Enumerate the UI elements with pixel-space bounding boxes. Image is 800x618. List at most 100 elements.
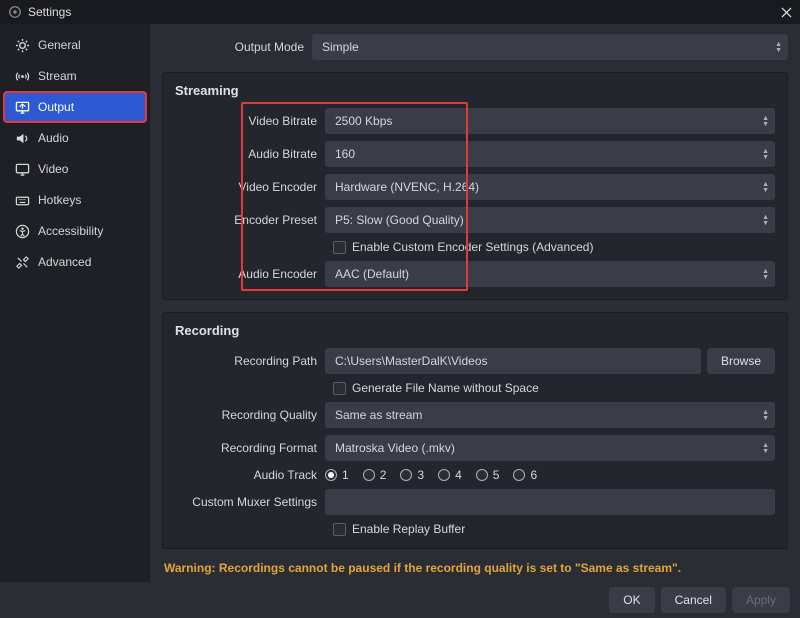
streaming-section: Streaming Video Bitrate 2500 Kbps ▲▼ Aud…	[162, 72, 788, 300]
recording-path-value: C:\Users\MasterDalK\Videos	[335, 354, 488, 368]
footer: OK Cancel Apply	[0, 582, 800, 618]
monitor-out-icon	[14, 99, 30, 115]
video-encoder-label: Video Encoder	[175, 180, 325, 194]
audio-bitrate-value: 160	[335, 147, 355, 161]
custom-encoder-checkbox[interactable]	[333, 241, 346, 254]
muxer-input[interactable]	[325, 489, 775, 515]
video-bitrate-input[interactable]: 2500 Kbps ▲▼	[325, 108, 775, 134]
audio-track-6[interactable]: 6	[513, 468, 537, 482]
monitor-icon	[14, 161, 30, 177]
video-bitrate-value: 2500 Kbps	[335, 114, 392, 128]
recording-format-dropdown[interactable]: Matroska Video (.mkv) ▲▼	[325, 435, 775, 461]
output-mode-label: Output Mode	[162, 40, 312, 54]
titlebar: Settings	[0, 0, 800, 24]
track-label: 4	[455, 468, 462, 482]
sidebar-item-stream[interactable]: Stream	[4, 61, 146, 91]
sidebar-item-label: Advanced	[38, 255, 91, 269]
no-space-checkbox[interactable]	[333, 382, 346, 395]
recording-format-value: Matroska Video (.mkv)	[335, 441, 455, 455]
radio-icon	[325, 469, 337, 481]
radio-icon	[438, 469, 450, 481]
audio-encoder-label: Audio Encoder	[175, 267, 325, 281]
recording-quality-dropdown[interactable]: Same as stream ▲▼	[325, 402, 775, 428]
warning-text: Warning: Recordings cannot be paused if …	[164, 561, 788, 575]
sidebar-item-accessibility[interactable]: Accessibility	[4, 216, 146, 246]
track-label: 3	[417, 468, 424, 482]
audio-track-group: 12 3 4 5 6	[325, 468, 537, 482]
track-label: 1	[342, 468, 349, 482]
sidebar: General Stream Output Audio Video Hotkeys Acce…	[0, 24, 150, 582]
sidebar-item-video[interactable]: Video	[4, 154, 146, 184]
spin-icon: ▲▼	[762, 116, 769, 127]
audio-bitrate-label: Audio Bitrate	[175, 147, 325, 161]
recording-path-label: Recording Path	[175, 354, 325, 368]
sidebar-item-label: Output	[38, 100, 74, 114]
browse-button[interactable]: Browse	[707, 348, 775, 374]
replay-buffer-checkbox[interactable]	[333, 523, 346, 536]
sidebar-item-audio[interactable]: Audio	[4, 123, 146, 153]
encoder-preset-label: Encoder Preset	[175, 213, 325, 227]
radio-icon	[363, 469, 375, 481]
recording-format-label: Recording Format	[175, 441, 325, 455]
radio-icon	[400, 469, 412, 481]
ok-button[interactable]: OK	[609, 587, 654, 613]
sidebar-item-label: Video	[38, 162, 68, 176]
tools-icon	[14, 254, 30, 270]
encoder-preset-dropdown[interactable]: P5: Slow (Good Quality) ▲▼	[325, 207, 775, 233]
speaker-icon	[14, 130, 30, 146]
sidebar-item-label: General	[38, 38, 81, 52]
cancel-button[interactable]: Cancel	[661, 587, 726, 613]
chevron-updown-icon: ▲▼	[775, 42, 782, 53]
video-encoder-dropdown[interactable]: Hardware (NVENC, H.264) ▲▼	[325, 174, 775, 200]
apply-button[interactable]: Apply	[732, 587, 790, 613]
recording-quality-value: Same as stream	[335, 408, 422, 422]
recording-path-input[interactable]: C:\Users\MasterDalK\Videos	[325, 348, 701, 374]
custom-encoder-label: Enable Custom Encoder Settings (Advanced…	[352, 240, 593, 254]
audio-track-label: Audio Track	[175, 468, 325, 482]
audio-track-4[interactable]: 4	[438, 468, 462, 482]
streaming-title: Streaming	[175, 83, 775, 98]
audio-encoder-dropdown[interactable]: AAC (Default) ▲▼	[325, 261, 775, 287]
output-mode-dropdown[interactable]: Simple ▲▼	[312, 34, 788, 60]
chevron-updown-icon: ▲▼	[762, 269, 769, 280]
radio-icon	[476, 469, 488, 481]
recording-section: Recording Recording Path C:\Users\Master…	[162, 312, 788, 549]
recording-title: Recording	[175, 323, 775, 338]
sidebar-item-label: Audio	[38, 131, 69, 145]
track-label: 6	[530, 468, 537, 482]
gear-icon	[14, 37, 30, 53]
chevron-updown-icon: ▲▼	[762, 443, 769, 454]
track-label: 5	[493, 468, 500, 482]
keyboard-icon	[14, 192, 30, 208]
no-space-label: Generate File Name without Space	[352, 381, 539, 395]
recording-quality-label: Recording Quality	[175, 408, 325, 422]
sidebar-item-label: Accessibility	[38, 224, 103, 238]
close-icon[interactable]	[778, 4, 794, 20]
muxer-label: Custom Muxer Settings	[175, 495, 325, 509]
antenna-icon	[14, 68, 30, 84]
window-title: Settings	[28, 5, 71, 19]
sidebar-item-general[interactable]: General	[4, 30, 146, 60]
audio-track-5[interactable]: 5	[476, 468, 500, 482]
app-icon	[8, 5, 22, 19]
chevron-updown-icon: ▲▼	[762, 410, 769, 421]
replay-buffer-label: Enable Replay Buffer	[352, 522, 465, 536]
radio-icon	[513, 469, 525, 481]
chevron-updown-icon: ▲▼	[762, 182, 769, 193]
video-bitrate-label: Video Bitrate	[175, 114, 325, 128]
audio-bitrate-dropdown[interactable]: 160 ▲▼	[325, 141, 775, 167]
audio-track-2[interactable]: 2	[363, 468, 387, 482]
chevron-updown-icon: ▲▼	[762, 149, 769, 160]
sidebar-item-advanced[interactable]: Advanced	[4, 247, 146, 277]
encoder-preset-value: P5: Slow (Good Quality)	[335, 213, 464, 227]
video-encoder-value: Hardware (NVENC, H.264)	[335, 180, 479, 194]
output-mode-value: Simple	[322, 40, 359, 54]
audio-track-3[interactable]: 3	[400, 468, 424, 482]
sidebar-item-label: Stream	[38, 69, 77, 83]
content-area: Output Mode Simple ▲▼ Streaming Video Bi…	[150, 24, 800, 582]
sidebar-item-hotkeys[interactable]: Hotkeys	[4, 185, 146, 215]
sidebar-item-output[interactable]: Output	[4, 92, 146, 122]
audio-track-1[interactable]: 1	[325, 468, 349, 482]
chevron-updown-icon: ▲▼	[762, 215, 769, 226]
sidebar-item-label: Hotkeys	[38, 193, 81, 207]
